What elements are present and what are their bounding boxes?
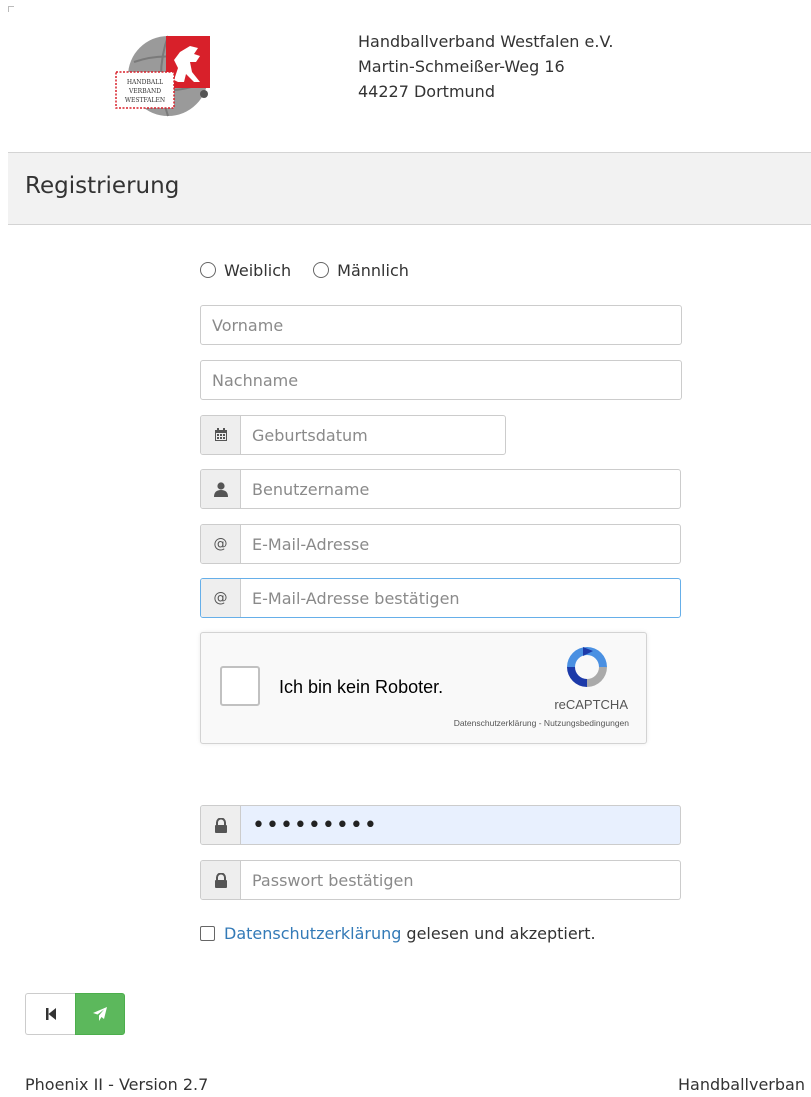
recaptcha-brand: reCAPTCHA: [554, 697, 628, 712]
email-field: @: [200, 524, 681, 564]
radio-weiblich[interactable]: [200, 262, 216, 278]
privacy-policy-link[interactable]: Datenschutzerklärung: [224, 924, 401, 943]
recaptcha-links[interactable]: Datenschutzerklärung - Nutzungsbedingung…: [454, 718, 629, 728]
radio-label-maennlich[interactable]: Männlich: [337, 261, 409, 280]
recaptcha-checkbox[interactable]: [220, 666, 260, 706]
password-field: [200, 805, 681, 845]
logo-text-line-3: WESTFALEN: [125, 97, 165, 104]
recaptcha-widget: Ich bin kein Roboter. reCAPTCHA Datensch…: [200, 632, 647, 744]
address-block: Handballverband Westfalen e.V. Martin-Sc…: [358, 29, 613, 104]
first-name-field: [200, 305, 682, 345]
page-title: Registrierung: [25, 173, 180, 199]
address-line-city: 44227 Dortmund: [358, 82, 495, 101]
privacy-consent-checkbox[interactable]: [200, 926, 215, 941]
password-confirm-field: [200, 860, 681, 900]
birthdate-input[interactable]: [241, 416, 505, 454]
footer-version: Phoenix II - Version 2.7: [25, 1075, 209, 1094]
first-name-input[interactable]: [201, 306, 681, 344]
corner-mark: [8, 6, 14, 12]
form-button-group: [25, 993, 125, 1035]
first-page-icon: [45, 1008, 56, 1020]
recaptcha-label: Ich bin kein Roboter.: [279, 677, 444, 697]
page-title-bar: Registrierung: [8, 152, 811, 225]
at-icon: @: [201, 579, 241, 617]
lock-icon: [201, 861, 241, 899]
back-button[interactable]: [25, 993, 75, 1035]
privacy-consent-text: gelesen und akzeptiert.: [406, 924, 596, 943]
username-input[interactable]: [241, 470, 680, 508]
calendar-icon[interactable]: [201, 416, 241, 454]
footer-organization: Handballverban: [678, 1075, 805, 1094]
address-line-name: Handballverband Westfalen e.V.: [358, 32, 614, 51]
email-confirm-field: @: [200, 578, 681, 618]
submit-button[interactable]: [75, 993, 125, 1035]
logo-text-line-1: HANDBALL: [127, 79, 163, 86]
password-input[interactable]: [241, 806, 680, 844]
birthdate-field: [200, 415, 506, 455]
radio-maennlich[interactable]: [313, 262, 330, 278]
gender-radio-group: Weiblich Männlich: [200, 257, 431, 283]
password-confirm-input[interactable]: [241, 861, 680, 899]
email-input[interactable]: [241, 525, 680, 563]
email-confirm-input[interactable]: [241, 579, 680, 617]
lock-icon: [201, 806, 241, 844]
recaptcha-logo-icon: [567, 647, 607, 687]
last-name-field: [200, 360, 682, 400]
logo-text-line-2: VERBAND: [128, 88, 161, 95]
privacy-consent: Datenschutzerklärung gelesen und akzepti…: [200, 924, 596, 943]
paper-plane-icon: [93, 1007, 107, 1021]
at-icon: @: [201, 525, 241, 563]
handball-verband-logo: HANDBALL VERBAND WESTFALEN: [114, 32, 214, 120]
address-line-street: Martin-Schmeißer-Weg 16: [358, 57, 565, 76]
radio-label-weiblich[interactable]: Weiblich: [224, 261, 291, 280]
user-icon: [201, 470, 241, 508]
username-field: [200, 469, 681, 509]
last-name-input[interactable]: [201, 361, 681, 399]
